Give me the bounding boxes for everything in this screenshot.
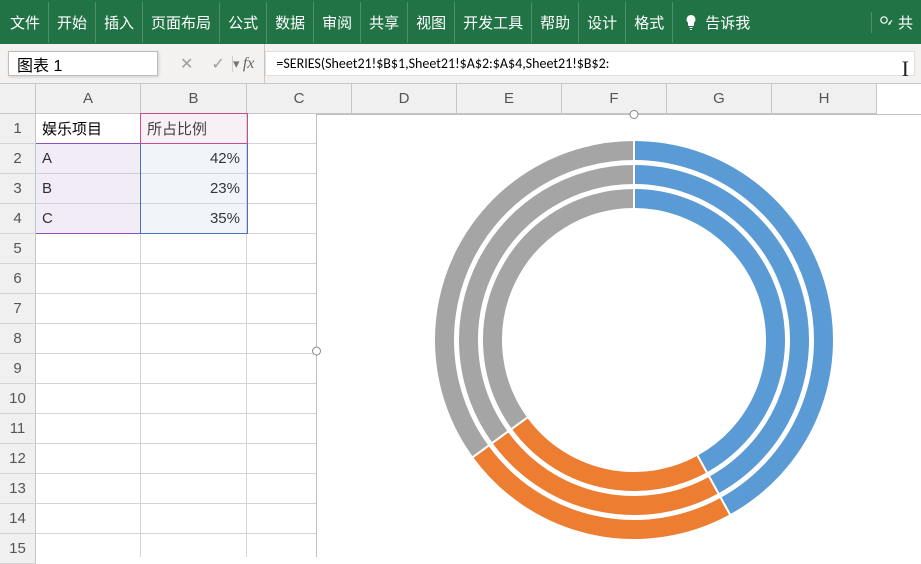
row-header-4[interactable]: 4 [0,204,36,234]
cell-A9[interactable] [36,354,141,384]
ribbon-tab-页面布局[interactable]: 页面布局 [143,2,220,43]
cell-B2[interactable]: 42% [141,144,247,174]
formula-buttons: ✕ ✓ [162,44,243,83]
lightbulb-icon [683,14,699,30]
row-header-7[interactable]: 7 [0,294,36,324]
fx-label[interactable]: fx [243,44,266,83]
row-header-10[interactable]: 10 [0,384,36,414]
ribbon: 文件开始插入页面布局公式数据审阅共享视图开发工具帮助设计格式 告诉我 共 [0,0,921,44]
cell-B13[interactable] [141,474,247,504]
cell-B6[interactable] [141,264,247,294]
cell-B14[interactable] [141,504,247,534]
col-header-H[interactable]: H [772,84,877,114]
cell-A15[interactable] [36,534,141,557]
row-header-5[interactable]: 5 [0,234,36,264]
row-header-6[interactable]: 6 [0,264,36,294]
ribbon-tab-格式[interactable]: 格式 [626,2,673,43]
row-headers: 123456789101112131415 [0,114,36,564]
cell-B9[interactable] [141,354,247,384]
cell-A3[interactable]: B [36,174,141,204]
cell-A2[interactable]: A [36,144,141,174]
row-header-9[interactable]: 9 [0,354,36,384]
spreadsheet: 123456789101112131415 ABCDEFGH 娱乐项目所占比例A… [0,84,921,557]
cell-B4[interactable]: 35% [141,204,247,234]
cell-B15[interactable] [141,534,247,557]
chart-object[interactable]: ABC [316,114,921,557]
col-header-F[interactable]: F [562,84,667,114]
ribbon-tab-帮助[interactable]: 帮助 [532,2,579,43]
cell-A13[interactable] [36,474,141,504]
column-headers: ABCDEFGH [36,84,921,114]
cell-A1[interactable]: 娱乐项目 [36,114,141,144]
doughnut-chart[interactable] [424,130,844,550]
select-all-corner[interactable] [0,84,36,114]
row-header-3[interactable]: 3 [0,174,36,204]
chart-handle-ml[interactable] [312,346,321,355]
ribbon-tab-开发工具[interactable]: 开发工具 [455,2,532,43]
tell-me-label: 告诉我 [705,12,750,33]
cell-A12[interactable] [36,444,141,474]
col-header-A[interactable]: A [36,84,141,114]
ribbon-tab-开始[interactable]: 开始 [49,2,96,43]
cell-A5[interactable] [36,234,141,264]
row-header-15[interactable]: 15 [0,534,36,564]
share-icon [878,14,894,30]
row-header-11[interactable]: 11 [0,414,36,444]
cell-B11[interactable] [141,414,247,444]
cell-B8[interactable] [141,324,247,354]
enter-button[interactable]: ✓ [211,54,224,74]
share-label: 共 [898,12,913,33]
cell-B10[interactable] [141,384,247,414]
ribbon-tab-审阅[interactable]: 审阅 [314,2,361,43]
name-box[interactable]: ▾ [8,51,158,76]
chart-handle-tm[interactable] [629,110,638,119]
ribbon-tab-视图[interactable]: 视图 [408,2,455,43]
row-header-14[interactable]: 14 [0,504,36,534]
cell-B5[interactable] [141,234,247,264]
cancel-button[interactable]: ✕ [180,54,193,74]
row-header-1[interactable]: 1 [0,114,36,144]
col-header-D[interactable]: D [352,84,457,114]
tell-me[interactable]: 告诉我 [673,12,760,33]
ribbon-tab-插入[interactable]: 插入 [96,2,143,43]
row-header-2[interactable]: 2 [0,144,36,174]
formula-input[interactable] [265,51,915,76]
ribbon-tab-共享[interactable]: 共享 [361,2,408,43]
cell-A14[interactable] [36,504,141,534]
col-header-G[interactable]: G [667,84,772,114]
row-header-12[interactable]: 12 [0,444,36,474]
col-header-B[interactable]: B [141,84,247,114]
ribbon-tab-公式[interactable]: 公式 [220,2,267,43]
row-header-8[interactable]: 8 [0,324,36,354]
cell-B3[interactable]: 23% [141,174,247,204]
cell-B12[interactable] [141,444,247,474]
cell-A10[interactable] [36,384,141,414]
cell-A11[interactable] [36,414,141,444]
row-header-13[interactable]: 13 [0,474,36,504]
ribbon-tab-设计[interactable]: 设计 [579,2,626,43]
ribbon-tab-文件[interactable]: 文件 [2,2,49,43]
col-header-E[interactable]: E [457,84,562,114]
cell-A7[interactable] [36,294,141,324]
col-header-C[interactable]: C [247,84,352,114]
ribbon-tab-数据[interactable]: 数据 [267,2,314,43]
cell-B7[interactable] [141,294,247,324]
share-button[interactable]: 共 [871,12,919,33]
cell-A8[interactable] [36,324,141,354]
cell-B1[interactable]: 所占比例 [141,114,247,144]
formula-bar: ▾ ✕ ✓ fx [0,44,921,84]
sheet-body[interactable]: 娱乐项目所占比例A42%B23%C35% ABC [36,114,921,557]
cell-A4[interactable]: C [36,204,141,234]
cell-A6[interactable] [36,264,141,294]
